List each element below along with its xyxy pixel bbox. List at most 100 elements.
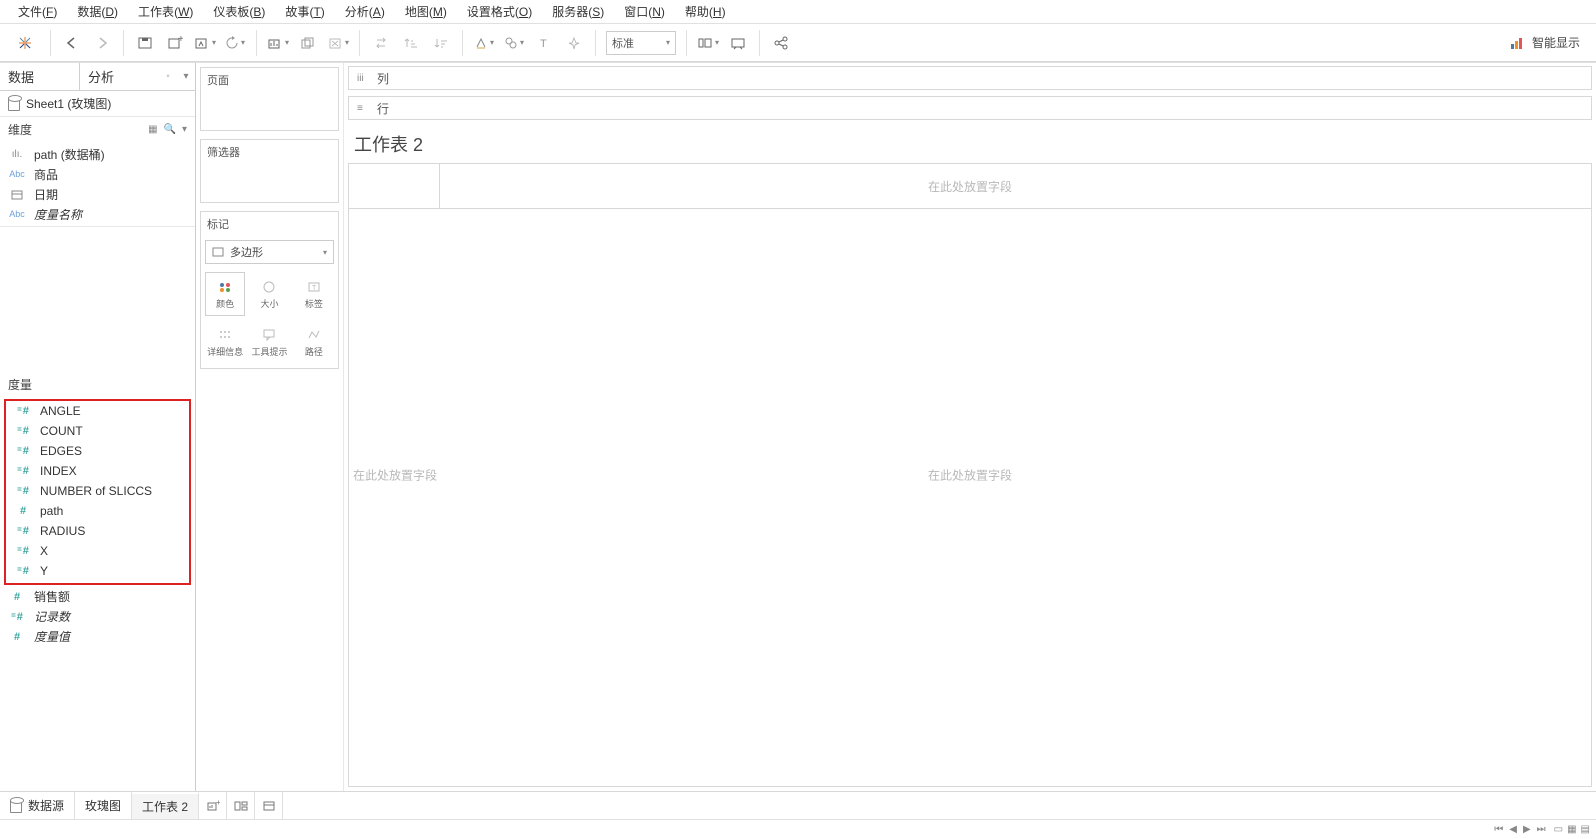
menu-format[interactable]: 设置格式(O) xyxy=(457,0,542,23)
worksheet-title[interactable]: 工作表 2 xyxy=(344,123,1596,159)
back-button[interactable] xyxy=(57,29,87,57)
sheet-tab-active[interactable]: 工作表 2 xyxy=(132,792,199,819)
measure-field[interactable]: =#ANGLE xyxy=(6,401,189,421)
show-me-button[interactable]: 智能显示 xyxy=(1500,34,1590,51)
data-analysis-tabs: 数据 分析 ◦ ▾ xyxy=(0,63,195,91)
measure-field[interactable]: =#X xyxy=(6,541,189,561)
tab-data[interactable]: 数据 xyxy=(0,63,80,90)
mark-type-select[interactable]: 多边形▾ xyxy=(205,240,334,264)
marks-detail[interactable]: 详细信息 xyxy=(205,320,245,364)
refresh-button[interactable]: ▾ xyxy=(220,29,250,57)
rows-shelf[interactable]: ≡行 xyxy=(348,96,1592,120)
tableau-logo-icon[interactable] xyxy=(14,32,36,54)
drop-hint-left: 在此处放置字段 xyxy=(353,467,437,484)
menu-file[interactable]: 文件(F) xyxy=(8,0,67,23)
calendar-icon xyxy=(8,189,26,200)
nav-prev-icon[interactable]: ◀ xyxy=(1509,824,1517,835)
fit-select[interactable]: 标准▾ xyxy=(606,31,676,55)
measure-field[interactable]: =#COUNT xyxy=(6,421,189,441)
calc-hash-icon: =# xyxy=(14,465,32,477)
text-button[interactable]: T xyxy=(529,29,559,57)
visualization-area[interactable]: 在此处放置字段 在此处放置字段 在此处放置字段 xyxy=(348,163,1592,787)
marks-card: 标记 多边形▾ 颜色 大小 T标签 详细信息 工具提示 路径 xyxy=(200,211,339,369)
pane-menu-icon[interactable]: ◦ xyxy=(159,63,177,90)
sort-asc-button[interactable] xyxy=(396,29,426,57)
measure-field[interactable]: =#Y xyxy=(6,561,189,581)
marks-size[interactable]: 大小 xyxy=(249,272,289,316)
columns-shelf[interactable]: iii列 xyxy=(348,66,1592,90)
tab-analysis[interactable]: 分析 xyxy=(80,63,159,90)
measure-field[interactable]: =#NUMBER of SLICCS xyxy=(6,481,189,501)
color-icon xyxy=(216,279,234,295)
abc-icon: Abc xyxy=(8,209,26,219)
measure-field[interactable]: =#INDEX xyxy=(6,461,189,481)
abc-icon: Abc xyxy=(8,169,26,179)
calc-hash-icon: =# xyxy=(14,565,32,577)
pin-button[interactable] xyxy=(559,29,589,57)
pane-dropdown-icon[interactable]: ▾ xyxy=(177,63,195,90)
view-grid-icon[interactable]: ▦ xyxy=(148,124,157,135)
sort-desc-button[interactable] xyxy=(426,29,456,57)
save-button[interactable] xyxy=(130,29,160,57)
menu-worksheet[interactable]: 工作表(W) xyxy=(128,0,203,23)
measure-field[interactable]: #path xyxy=(6,501,189,521)
svg-text:+: + xyxy=(216,800,220,807)
measure-field[interactable]: =#记录数 xyxy=(0,607,195,627)
tabs-view-icon[interactable]: ▭ xyxy=(1554,824,1563,835)
new-story-tab[interactable] xyxy=(255,792,283,819)
pages-shelf[interactable]: 页面 xyxy=(200,67,339,131)
footer-bar: ⏮ ◀ ▶ ⏭ ▭ ▦ ▤ xyxy=(0,819,1596,839)
hash-icon: # xyxy=(8,631,26,643)
dimension-field[interactable]: Abc度量名称 xyxy=(0,204,195,224)
menu-analysis[interactable]: 分析(A) xyxy=(335,0,395,23)
sorter-view-icon[interactable]: ▤ xyxy=(1581,824,1590,835)
detail-icon xyxy=(216,327,234,343)
menu-story[interactable]: 故事(T) xyxy=(275,0,334,23)
measure-field[interactable]: #销售额 xyxy=(0,587,195,607)
dimension-field[interactable]: ılı.path (数据桶) xyxy=(0,144,195,164)
clear-button[interactable]: ▾ xyxy=(323,29,353,57)
measure-field[interactable]: #度量值 xyxy=(0,627,195,647)
new-dashboard-tab[interactable] xyxy=(227,792,255,819)
calc-hash-icon: =# xyxy=(14,525,32,537)
autoupdate-button[interactable]: ▾ xyxy=(190,29,220,57)
measure-field[interactable]: =#RADIUS xyxy=(6,521,189,541)
nav-last-icon[interactable]: ⏭ xyxy=(1537,824,1546,835)
marks-color[interactable]: 颜色 xyxy=(205,272,245,316)
swap-button[interactable] xyxy=(366,29,396,57)
show-cards-button[interactable]: ▾ xyxy=(693,29,723,57)
marks-tooltip[interactable]: 工具提示 xyxy=(249,320,289,364)
marks-path[interactable]: 路径 xyxy=(294,320,334,364)
datasource-row[interactable]: Sheet1 (玫瑰图) xyxy=(0,91,195,117)
columns-icon: iii xyxy=(357,73,369,84)
highlight-button[interactable]: ▾ xyxy=(469,29,499,57)
menu-dashboard[interactable]: 仪表板(B) xyxy=(203,0,275,23)
show-me-icon xyxy=(1510,36,1526,50)
menu-help[interactable]: 帮助(H) xyxy=(675,0,736,23)
new-worksheet-button[interactable]: ▾ xyxy=(263,29,293,57)
share-button[interactable] xyxy=(766,29,796,57)
forward-button[interactable] xyxy=(87,29,117,57)
filters-shelf[interactable]: 筛选器 xyxy=(200,139,339,203)
duplicate-button[interactable] xyxy=(293,29,323,57)
measure-field[interactable]: =#EDGES xyxy=(6,441,189,461)
new-worksheet-tab[interactable]: + xyxy=(199,792,227,819)
menu-window[interactable]: 窗口(N) xyxy=(614,0,675,23)
dimension-field[interactable]: Abc商品 xyxy=(0,164,195,184)
new-datasource-button[interactable]: + xyxy=(160,29,190,57)
menu-map[interactable]: 地图(M) xyxy=(395,0,457,23)
dimension-field[interactable]: 日期 xyxy=(0,184,195,204)
search-icon[interactable]: 🔍 xyxy=(164,124,176,135)
menu-server[interactable]: 服务器(S) xyxy=(542,0,614,23)
dimensions-menu-icon[interactable]: ▾ xyxy=(182,124,187,135)
group-button[interactable]: ▾ xyxy=(499,29,529,57)
tab-datasource[interactable]: 数据源 xyxy=(0,792,75,819)
nav-next-icon[interactable]: ▶ xyxy=(1523,824,1531,835)
calc-hash-icon: =# xyxy=(14,545,32,557)
marks-label[interactable]: T标签 xyxy=(294,272,334,316)
menu-data[interactable]: 数据(D) xyxy=(67,0,128,23)
presentation-button[interactable] xyxy=(723,29,753,57)
filmstrip-view-icon[interactable]: ▦ xyxy=(1567,824,1576,835)
sheet-tab[interactable]: 玫瑰图 xyxy=(75,792,132,819)
nav-first-icon[interactable]: ⏮ xyxy=(1494,824,1503,835)
